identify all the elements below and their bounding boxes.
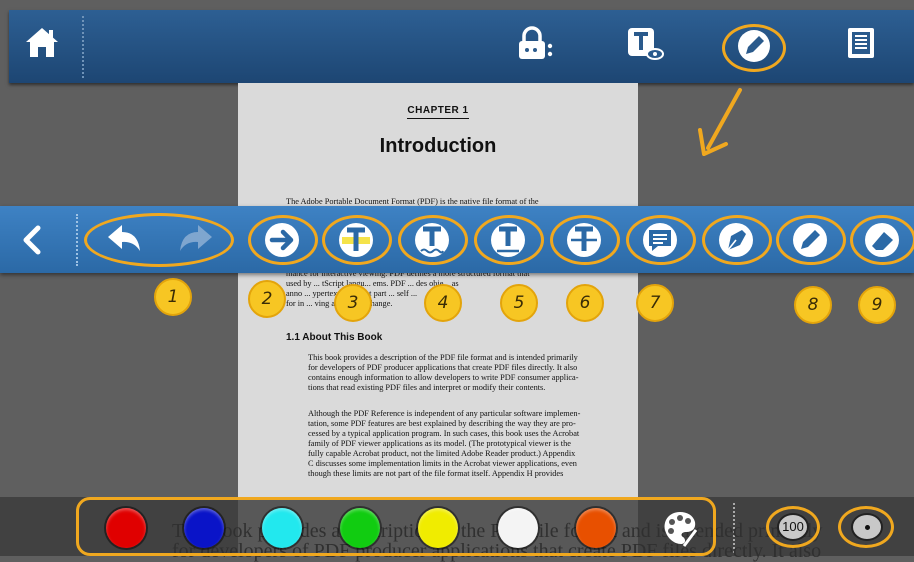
paragraph-line: for developers of PDF producer applicati… <box>308 363 578 372</box>
paragraph-line: family of PDF viewer applications as its… <box>308 439 571 448</box>
undo-icon[interactable] <box>104 219 144 259</box>
palette-icon[interactable] <box>660 508 700 548</box>
callout-badge: 8 <box>794 286 832 324</box>
strikeout-text-icon[interactable] <box>564 220 604 260</box>
chapter-title: Introduction <box>379 135 497 157</box>
callout-badge: 7 <box>636 284 674 322</box>
paragraph-line: C discusses some implementation limits i… <box>308 459 577 468</box>
eraser-icon[interactable] <box>862 220 902 260</box>
color-swatch-cyan[interactable] <box>262 508 302 548</box>
paragraph-line: though these limits are not part of the … <box>308 469 564 478</box>
pencil-icon[interactable] <box>790 220 830 260</box>
stroke-size-button[interactable] <box>838 506 894 548</box>
paragraph-line: tions that read existing PDF files and i… <box>308 383 546 392</box>
paragraph-line: fully capable Acrobat product, not the l… <box>308 449 576 458</box>
outline-book-icon[interactable] <box>844 26 884 62</box>
back-chevron-icon[interactable] <box>18 224 46 256</box>
callout-badge: 4 <box>424 284 462 322</box>
annotate-pencil-icon[interactable] <box>734 28 774 64</box>
paragraph-line: cessed by a typical application program.… <box>308 429 580 438</box>
lock-icon[interactable] <box>516 26 556 62</box>
color-swatch-orange[interactable] <box>576 508 616 548</box>
text-view-icon[interactable] <box>626 26 666 62</box>
note-comment-icon[interactable] <box>640 220 680 260</box>
color-swatch-green[interactable] <box>340 508 380 548</box>
next-arrow-icon[interactable] <box>262 220 302 260</box>
toolbar-divider <box>76 214 78 266</box>
paragraph-line: contains enough information to allow dev… <box>308 373 579 382</box>
dot-icon <box>851 513 883 541</box>
callout-badge: 1 <box>154 278 192 316</box>
hint-arrow-icon <box>698 88 742 156</box>
callout-badge: 2 <box>248 280 286 318</box>
zoom-level-button[interactable]: 100 <box>766 506 820 548</box>
squiggly-text-icon[interactable] <box>412 220 452 260</box>
color-swatch-blue[interactable] <box>184 508 224 548</box>
color-swatch-white[interactable] <box>498 508 538 548</box>
section-heading: 1.1 About This Book <box>286 332 383 343</box>
callout-badge: 9 <box>858 286 896 324</box>
zoom-value: 100 <box>777 513 809 541</box>
highlight-text-icon[interactable] <box>336 220 376 260</box>
callout-badge: 6 <box>566 284 604 322</box>
color-swatch-red[interactable] <box>106 508 146 548</box>
redo-icon[interactable] <box>176 219 216 259</box>
toolbar-divider <box>82 16 84 78</box>
chapter-label: CHAPTER 1 <box>238 105 638 119</box>
home-icon[interactable] <box>22 24 62 60</box>
underline-text-icon[interactable] <box>488 220 528 260</box>
callout-badge: 5 <box>500 284 538 322</box>
paragraph-line: tation, some PDF features are best expla… <box>308 419 576 428</box>
paragraph-line: This book provides a description of the … <box>308 353 578 362</box>
pen-nib-icon[interactable] <box>716 220 756 260</box>
color-palette <box>76 497 716 556</box>
callout-badge: 3 <box>334 284 372 322</box>
color-swatch-yellow[interactable] <box>418 508 458 548</box>
paragraph-line: Although the PDF Reference is independen… <box>308 409 581 418</box>
